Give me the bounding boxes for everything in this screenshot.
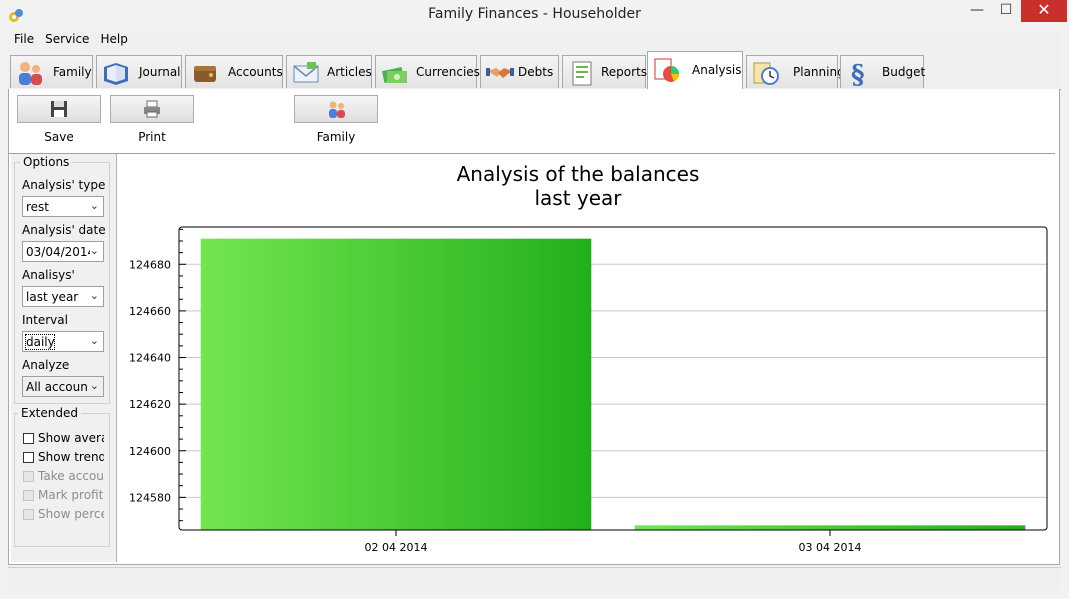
main-tabs: Family Journal Accounts Articles Currenc… — [8, 51, 1061, 90]
tab-journal[interactable]: Journal — [96, 55, 182, 88]
save-label: Save — [44, 130, 74, 144]
analyze-select[interactable]: All accoun ⌄ — [22, 376, 104, 397]
tab-label: Analysis — [692, 63, 742, 77]
options-legend: Options — [20, 155, 73, 169]
pie-chart-icon — [654, 58, 680, 82]
window-border-right — [1061, 30, 1069, 599]
x-tick-label: 03 04 2014 — [799, 541, 862, 554]
chart-title: Analysis of the balances — [457, 162, 700, 186]
bar — [200, 238, 592, 530]
family-button[interactable] — [294, 95, 378, 123]
tab-reports[interactable]: Reports — [562, 55, 648, 88]
show-percent-checkbox[interactable]: Show percer — [22, 507, 104, 524]
maximize-button[interactable]: ☐ — [992, 0, 1020, 22]
window-title: Family Finances - Householder — [428, 6, 641, 22]
tab-label: Journal — [139, 65, 181, 79]
save-button[interactable] — [17, 95, 101, 123]
chevron-down-icon: ⌄ — [89, 379, 99, 392]
chevron-down-icon: ⌄ — [89, 244, 99, 257]
interval-select[interactable]: daily ⌄ — [22, 331, 104, 352]
tab-label: Debts — [518, 65, 554, 79]
print-button[interactable] — [110, 95, 194, 123]
y-tick-label: 124620 — [129, 398, 171, 411]
family-label: Family — [316, 130, 356, 144]
tab-accounts[interactable]: Accounts — [185, 55, 283, 88]
tab-planning[interactable]: Planning — [746, 55, 845, 88]
planning-clock-icon — [753, 62, 779, 85]
menu-bar: File Service Help — [8, 30, 1061, 50]
interval-label: Interval — [22, 313, 68, 327]
tab-articles[interactable]: Articles — [286, 55, 372, 88]
y-tick-label: 124680 — [129, 258, 171, 271]
balance-chart: Analysis of the balances last year 12458… — [129, 162, 1048, 554]
tab-analysis[interactable]: Analysis — [647, 51, 743, 89]
tab-budget[interactable]: § Budget — [840, 55, 926, 88]
print-label: Print — [138, 130, 166, 144]
extended-legend: Extended — [18, 406, 81, 420]
analysis-period-select[interactable]: last year ⌄ — [22, 286, 104, 307]
menu-service[interactable]: Service — [39, 30, 94, 46]
tab-label: Budget — [882, 65, 926, 79]
chart-subtitle: last year — [534, 186, 622, 210]
chevron-down-icon: ⌄ — [89, 289, 99, 302]
bar — [634, 525, 1026, 530]
chart-area: Analysis of the balances last year 12458… — [117, 154, 1055, 562]
banknotes-icon — [381, 67, 407, 83]
analysis-type-select[interactable]: rest ⌄ — [22, 196, 104, 217]
family-icon — [19, 62, 42, 85]
tab-label: Family — [53, 65, 92, 79]
svg-text:§: § — [851, 60, 865, 87]
status-bar — [8, 567, 1061, 590]
family-icon — [329, 101, 345, 118]
tab-label: Reports — [601, 65, 648, 79]
paragraph-icon: § — [851, 60, 865, 87]
y-tick-label: 124660 — [129, 305, 171, 318]
analysis-type-label: Analysis' type — [22, 178, 106, 192]
close-button[interactable]: ✕ — [1021, 0, 1067, 22]
chevron-down-icon: ⌄ — [89, 334, 99, 347]
analyze-label: Analyze — [22, 358, 70, 372]
tab-label: Accounts — [228, 65, 283, 79]
chevron-down-icon: ⌄ — [89, 199, 99, 212]
options-panel: Options Analysis' type rest ⌄ Analysis' d… — [11, 154, 117, 562]
title-bar: Family Finances - Householder — ☐ ✕ — [0, 0, 1069, 30]
tab-label: Articles — [327, 65, 372, 79]
show-average-checkbox[interactable]: Show averag — [22, 431, 104, 448]
analysis-page: Save Print Family Options Analysis' type… — [8, 89, 1060, 565]
tab-label: Currencies — [416, 65, 480, 79]
analysis-date-label: Analysis' date — [22, 223, 106, 237]
window-border-left — [0, 30, 8, 599]
tab-debts[interactable]: Debts — [480, 55, 559, 88]
tab-label: Planning — [793, 65, 845, 79]
floppy-disk-icon — [51, 101, 67, 117]
menu-file[interactable]: File — [8, 30, 39, 46]
x-tick-label: 02 04 2014 — [365, 541, 428, 554]
y-tick-label: 124640 — [129, 352, 171, 365]
tab-currencies[interactable]: Currencies — [375, 55, 480, 88]
tab-family[interactable]: Family — [10, 55, 93, 88]
report-icon — [572, 61, 592, 86]
take-account-checkbox[interactable]: Take accoun — [22, 469, 104, 486]
handshake-icon — [486, 68, 514, 78]
wallet-icon — [194, 66, 216, 82]
menu-help[interactable]: Help — [94, 30, 132, 46]
analysis-date-picker[interactable]: 03/04/2014 ⌄ — [22, 241, 104, 262]
y-tick-label: 124580 — [129, 491, 171, 504]
minimize-button[interactable]: — — [962, 0, 992, 22]
y-tick-label: 124600 — [129, 445, 171, 458]
analysis-period-label: Analisys' — [22, 268, 75, 282]
bars — [200, 238, 1026, 530]
mark-profit-checkbox[interactable]: Mark profit — [22, 488, 104, 505]
show-trend-checkbox[interactable]: Show trend — [22, 450, 104, 467]
envelope-icon — [293, 62, 319, 83]
journal-icon — [104, 63, 128, 85]
printer-icon — [144, 100, 160, 118]
window-border-bottom — [0, 591, 1069, 599]
